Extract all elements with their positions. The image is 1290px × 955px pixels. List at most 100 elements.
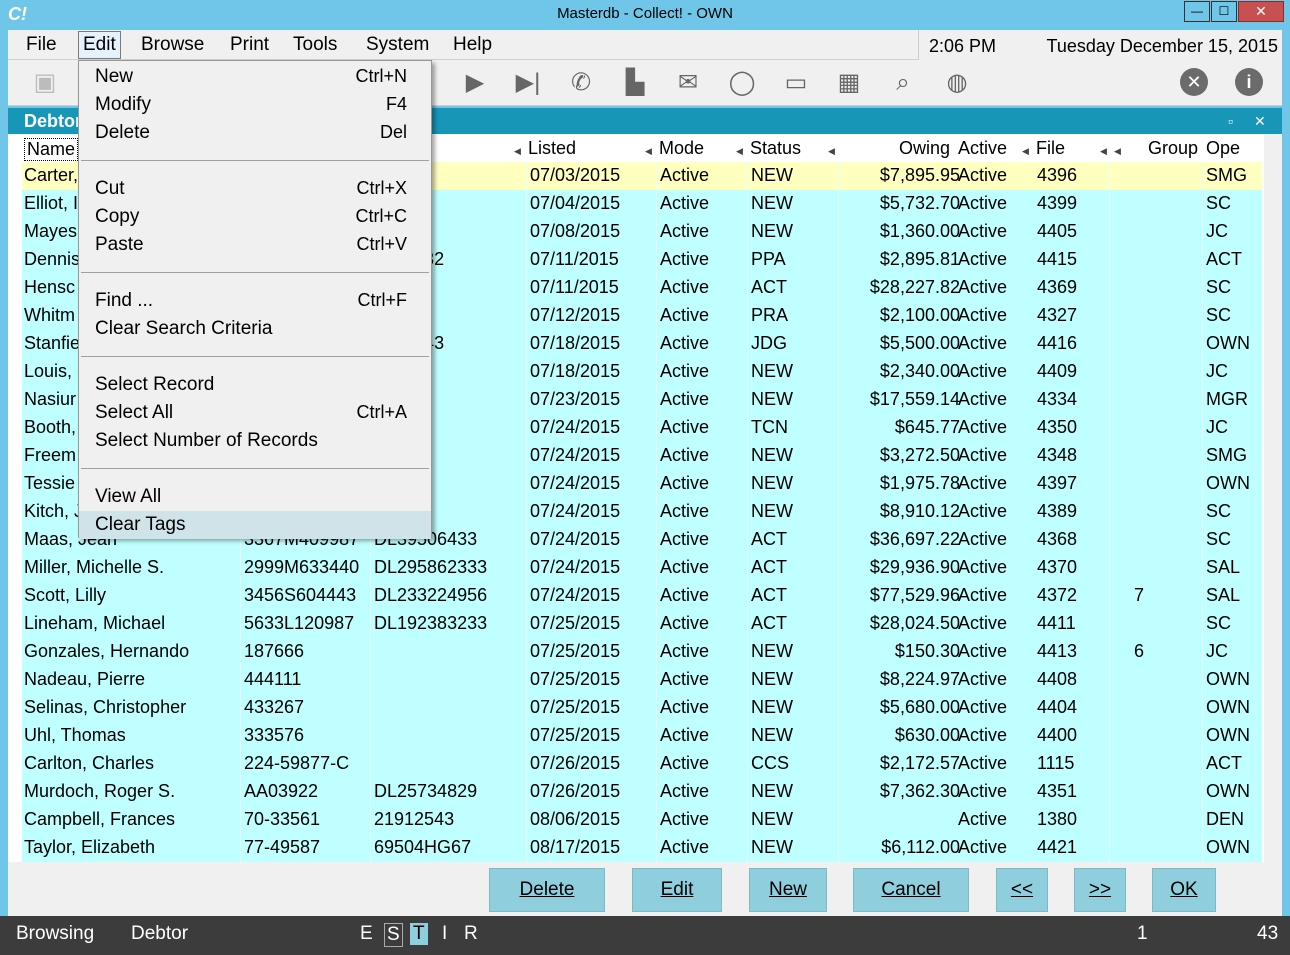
stamp-icon[interactable]: ▙ <box>620 68 650 98</box>
menu-item-view-all[interactable]: View All <box>79 483 431 511</box>
close-circle-icon[interactable]: ✕ <box>1180 68 1208 96</box>
play-icon[interactable]: ▶ <box>460 68 490 98</box>
subwindow-restore-button[interactable]: ▫ <box>1228 113 1233 129</box>
column-divider <box>1202 582 1203 610</box>
cancel-button[interactable]: Cancel <box>853 868 969 912</box>
column-divider <box>370 806 371 834</box>
window-close-button[interactable]: ✕ <box>1238 1 1284 22</box>
col-file[interactable]: File <box>1036 138 1065 159</box>
phone-icon[interactable]: ✆ <box>566 68 596 98</box>
menu-item-clear-tags[interactable]: Clear Tags <box>79 511 431 539</box>
table-row[interactable]: Lineham, Michael 5633L120987 DL192383233 07… <box>22 610 1262 638</box>
menu-tools[interactable]: Tools <box>293 34 337 56</box>
cell-ope: ACT <box>1206 249 1242 269</box>
calendar-add-icon[interactable]: ▦ <box>834 68 864 98</box>
cell-active: Active <box>958 697 1008 717</box>
sort-arrow-icon[interactable]: ◀ <box>828 146 835 157</box>
menu-item-new[interactable]: New Ctrl+N <box>79 63 431 91</box>
table-row[interactable]: Miller, Michelle S. 2999M633440 DL29586233… <box>22 554 1262 582</box>
menu-edit[interactable]: Edit <box>78 31 121 59</box>
menu-item-clear-search-criteria[interactable]: Clear Search Criteria <box>79 315 431 343</box>
column-divider <box>838 834 839 862</box>
sort-arrow-icon[interactable]: ◀ <box>645 146 652 157</box>
chat-icon[interactable]: ◯ <box>727 68 757 98</box>
menu-browse[interactable]: Browse <box>141 34 204 56</box>
cell-name: Miller, Michelle S. <box>24 557 165 577</box>
menu-item-select-number-of-records[interactable]: Select Number of Records <box>79 427 431 455</box>
column-divider <box>240 610 241 638</box>
menu-item-copy[interactable]: Copy Ctrl+C <box>79 203 431 231</box>
column-divider <box>526 386 527 414</box>
col-name[interactable]: Name <box>24 138 79 161</box>
menu-separator <box>81 160 429 161</box>
col-ope[interactable]: Ope <box>1206 138 1240 159</box>
subwindow-close-button[interactable]: ✕ <box>1254 113 1266 130</box>
column-divider <box>1109 442 1110 470</box>
cell-ope: SC <box>1206 501 1232 521</box>
table-row[interactable]: Scott, Lilly 3456S604443 DL233224956 07/24/… <box>22 582 1262 610</box>
col-mode[interactable]: Mode <box>659 138 704 159</box>
menu-item-delete[interactable]: Delete Del <box>79 119 431 147</box>
vertical-scrollbar[interactable] <box>1264 134 1282 862</box>
table-row[interactable]: Murdoch, Roger S. AA03922 DL25734829 07/26/… <box>22 778 1262 806</box>
edit-button[interactable]: Edit <box>632 868 722 912</box>
globe-icon[interactable]: ◍ <box>942 68 972 98</box>
column-divider <box>747 498 748 526</box>
menu-item-paste[interactable]: Paste Ctrl+V <box>79 231 431 259</box>
cell-mode: Active <box>660 529 710 549</box>
envelope-icon[interactable]: ✉ <box>673 68 703 98</box>
cell-mode: Active <box>660 445 710 465</box>
save-icon[interactable]: ▣ <box>30 68 60 98</box>
clock-time: 2:06 PM <box>929 36 997 56</box>
sort-arrow-icon[interactable]: ◀ <box>1022 146 1029 157</box>
sort-arrow-icon[interactable]: ◀ <box>736 146 743 157</box>
sort-arrow-icon[interactable]: ◀ <box>1100 146 1107 157</box>
cell-ope: SC <box>1206 305 1232 325</box>
table-row[interactable]: Gonzales, Hernando 187666 07/25/2015 Active… <box>22 638 1262 666</box>
menu-help[interactable]: Help <box>453 34 492 56</box>
cell-ope: SC <box>1206 529 1232 549</box>
menu-item-select-record[interactable]: Select Record <box>79 371 431 399</box>
sort-arrow-icon[interactable]: ◀ <box>514 146 521 157</box>
menu-system[interactable]: System <box>366 34 429 56</box>
cell-name: Gonzales, Hernando <box>24 641 190 661</box>
minimize-button[interactable]: — <box>1184 1 1210 22</box>
col-group[interactable]: Group <box>1148 138 1198 159</box>
delete-button[interactable]: Delete <box>489 868 605 912</box>
menu-file[interactable]: File <box>26 34 57 56</box>
card-icon[interactable]: ▭ <box>781 68 811 98</box>
menu-item-modify[interactable]: Modify F4 <box>79 91 431 119</box>
menu-item-select-all[interactable]: Select All Ctrl+A <box>79 399 431 427</box>
search-icon[interactable]: ⌕ <box>888 68 918 98</box>
next-button[interactable]: >> <box>1074 868 1126 912</box>
menu-print[interactable]: Print <box>230 34 269 56</box>
table-row[interactable]: Selinas, Christopher 433267 07/25/2015 Acti… <box>22 694 1262 722</box>
skip-end-icon[interactable]: ▶| <box>513 68 543 98</box>
menu-item-cut[interactable]: Cut Ctrl+X <box>79 175 431 203</box>
col-status[interactable]: Status <box>750 138 801 159</box>
ok-button[interactable]: OK <box>1152 868 1216 912</box>
table-row[interactable]: Uhl, Thomas 333576 07/25/2015 Active NEW $630… <box>22 722 1262 750</box>
col-listed[interactable]: Listed <box>528 138 576 159</box>
sort-arrow-icon[interactable]: ◀ <box>1114 146 1121 157</box>
column-divider <box>656 526 657 554</box>
next-button-label: >> <box>1088 879 1112 900</box>
col-owing[interactable]: Owing <box>899 138 950 159</box>
table-row[interactable]: Carlton, Charles 224-59877-C 07/26/2015 Act… <box>22 750 1262 778</box>
table-row[interactable]: Campbell, Frances 70-33561 21912543 08/06/2… <box>22 806 1262 834</box>
previous-button[interactable]: << <box>996 868 1048 912</box>
cell-ope: SAL <box>1206 557 1241 577</box>
table-row[interactable]: Taylor, Elizabeth 77-49587 69504HG67 08/17/… <box>22 834 1262 862</box>
info-icon[interactable]: i <box>1235 68 1263 96</box>
new-button[interactable]: New <box>749 868 827 912</box>
col-active[interactable]: Active <box>958 138 1007 159</box>
menu-item-find[interactable]: Find ... Ctrl+F <box>79 287 431 315</box>
previous-button-label: << <box>1010 879 1034 900</box>
cell-listed: 07/18/2015 <box>530 333 621 353</box>
table-row[interactable]: Nadeau, Pierre 444111 07/25/2015 Active NEW $… <box>22 666 1262 694</box>
cell-mode: Active <box>660 305 710 325</box>
cell-active: Active <box>958 557 1008 577</box>
cell-mode: Active <box>660 221 710 241</box>
column-divider <box>838 274 839 302</box>
maximize-button[interactable]: ☐ <box>1211 1 1237 22</box>
